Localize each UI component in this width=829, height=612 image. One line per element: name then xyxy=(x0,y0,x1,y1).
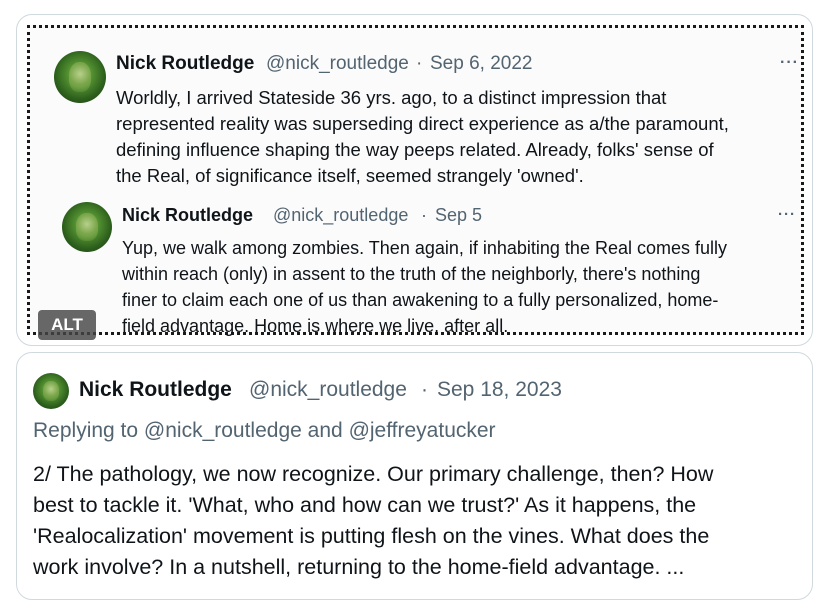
separator-dot: · xyxy=(416,53,423,74)
tweet-text-line: 'Realocalization' movement is putting fl… xyxy=(33,524,710,548)
tweet-text-line: Yup, we walk among zombies. Then again, … xyxy=(122,238,728,258)
author-handle[interactable]: @nick_routledge xyxy=(266,53,409,75)
tweet-text-line: best to tackle it. 'What, who and how ca… xyxy=(33,493,697,517)
tweet-date[interactable]: Sep 5 xyxy=(435,205,482,226)
tweet-screenshot-image[interactable]: Nick Routledge @nick_routledge · Sep 6, … xyxy=(27,25,804,336)
avatar[interactable] xyxy=(62,202,112,252)
mention-link[interactable]: @jeffreyatucker xyxy=(349,419,496,442)
author-name[interactable]: Nick Routledge xyxy=(122,205,253,226)
separator-dot: · xyxy=(421,378,428,401)
author-handle[interactable]: @nick_routledge xyxy=(249,378,407,402)
avatar[interactable] xyxy=(54,51,106,103)
tweet-date[interactable]: Sep 6, 2022 xyxy=(430,53,532,75)
more-options-icon[interactable]: ··· xyxy=(780,54,799,72)
tweet-text-line: within reach (only) in assent to the tru… xyxy=(122,264,701,284)
author-name[interactable]: Nick Routledge xyxy=(116,53,254,75)
tweet-text-line: represented reality was superseding dire… xyxy=(116,113,729,134)
tweet-text-line: finer to claim each one of us than awake… xyxy=(122,290,719,310)
reply-tweet-card[interactable]: Nick Routledge @nick_routledge · Sep 18,… xyxy=(16,352,813,600)
tweet-text-line: defining influence shaping the way peeps… xyxy=(116,139,714,160)
author-handle[interactable]: @nick_routledge xyxy=(273,205,408,226)
tweet-text: 2/ The pathology, we now recognize. Our … xyxy=(33,459,713,583)
replying-to: Replying to @nick_routledge and @jeffrey… xyxy=(33,419,496,443)
tweet-text-line: 2/ The pathology, we now recognize. Our … xyxy=(33,462,714,486)
tweet-text-line: Worldly, I arrived Stateside 36 yrs. ago… xyxy=(116,87,667,108)
tweet-text-line: work involve? In a nutshell, returning t… xyxy=(33,555,685,579)
replying-to-label: Replying to xyxy=(33,419,139,442)
tweet-text: Yup, we walk among zombies. Then again, … xyxy=(122,235,727,339)
tweet-text-line: field advantage. Home is where we live, … xyxy=(122,316,509,336)
tweet-date[interactable]: Sep 18, 2023 xyxy=(437,378,562,402)
replying-to-and: and xyxy=(307,419,343,442)
tweet-text-line: the Real, of significance itself, seemed… xyxy=(116,165,584,186)
more-options-icon[interactable]: ··· xyxy=(778,206,796,223)
separator-dot: · xyxy=(421,205,427,225)
author-name[interactable]: Nick Routledge xyxy=(79,378,232,402)
alt-text-badge[interactable]: ALT xyxy=(38,310,96,340)
avatar[interactable] xyxy=(33,373,69,409)
tweet-text: Worldly, I arrived Stateside 36 yrs. ago… xyxy=(116,85,729,189)
quoted-image-card[interactable]: Nick Routledge @nick_routledge · Sep 6, … xyxy=(16,14,813,346)
mention-link[interactable]: @nick_routledge xyxy=(144,419,302,442)
